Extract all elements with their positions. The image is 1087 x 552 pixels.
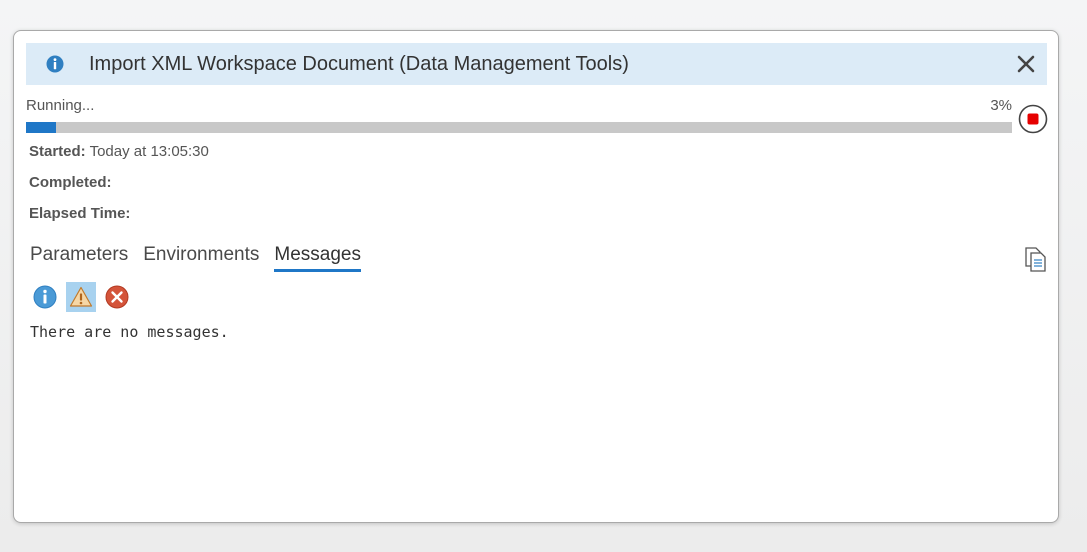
completed-label: Completed: <box>29 174 112 191</box>
dialog-title: Import XML Workspace Document (Data Mana… <box>89 53 629 75</box>
info-icon <box>46 55 64 73</box>
error-filter-icon <box>105 285 129 309</box>
warning-filter-icon <box>69 286 93 307</box>
info-filter-button[interactable] <box>30 282 60 312</box>
geoprocessing-dialog: Import XML Workspace Document (Data Mana… <box>13 30 1059 523</box>
status-text: Running... <box>26 97 95 114</box>
completed-row: Completed: <box>29 174 112 191</box>
message-filter-bar <box>30 282 132 312</box>
warning-filter-button[interactable] <box>66 282 96 312</box>
tab-messages[interactable]: Messages <box>274 244 361 272</box>
percent-label: 3% <box>990 97 1012 114</box>
close-icon[interactable] <box>1013 51 1039 77</box>
stop-icon[interactable] <box>1018 104 1048 134</box>
info-filter-icon <box>33 285 57 309</box>
copy-messages-icon[interactable] <box>1022 245 1048 273</box>
tab-parameters[interactable]: Parameters <box>30 244 128 272</box>
elapsed-label: Elapsed Time: <box>29 205 131 222</box>
messages-empty-text: There are no messages. <box>30 323 229 341</box>
elapsed-row: Elapsed Time: <box>29 205 130 222</box>
error-filter-button[interactable] <box>102 282 132 312</box>
tab-bar: Parameters Environments Messages <box>30 244 361 272</box>
tab-environments[interactable]: Environments <box>143 244 259 272</box>
started-value: Today at 13:05:30 <box>89 143 209 160</box>
started-row: Started: Today at 13:05:30 <box>29 143 209 160</box>
title-bar: Import XML Workspace Document (Data Mana… <box>26 43 1047 85</box>
progress-fill <box>26 122 56 133</box>
progress-bar <box>26 122 1012 133</box>
started-label: Started: <box>29 143 86 160</box>
